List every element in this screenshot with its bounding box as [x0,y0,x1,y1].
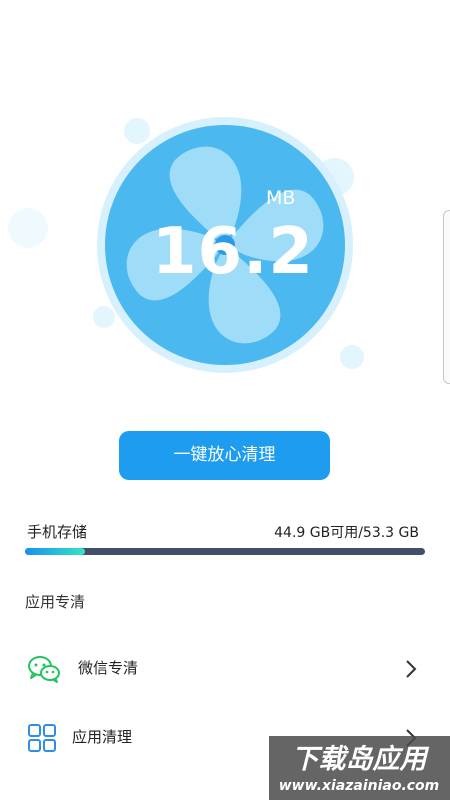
site-watermark-logo: 下载岛应用 www.xiazainiao.com [269,736,450,800]
svg-text:下载岛应用: 下载岛应用 [292,744,430,775]
edge-panel-handle[interactable] [443,210,450,384]
list-item-wechat-clean[interactable]: 微信专清 [0,641,450,697]
bubble-decoration [8,208,48,248]
chevron-right-icon [404,659,418,679]
storage-value: 44.9 GB可用/53.3 GB [274,525,419,541]
wechat-icon [27,654,60,684]
app-grid-icon [27,723,59,753]
hero-area: 16.2 MB [0,0,450,400]
junk-size-unit: MB [266,187,296,209]
section-title: 应用专清 [25,593,86,611]
list-item-label: 应用清理 [72,728,133,746]
one-click-clean-button[interactable]: 一键放心清理 [119,431,330,480]
list-item-label: 微信专清 [78,659,139,677]
junk-size-value: 16.2 [152,215,314,289]
svg-text:www.xiazainiao.com: www.xiazainiao.com [279,778,440,794]
storage-progress-bar [25,548,425,555]
storage-label: 手机存储 [27,523,88,541]
storage-progress-fill [25,548,85,555]
